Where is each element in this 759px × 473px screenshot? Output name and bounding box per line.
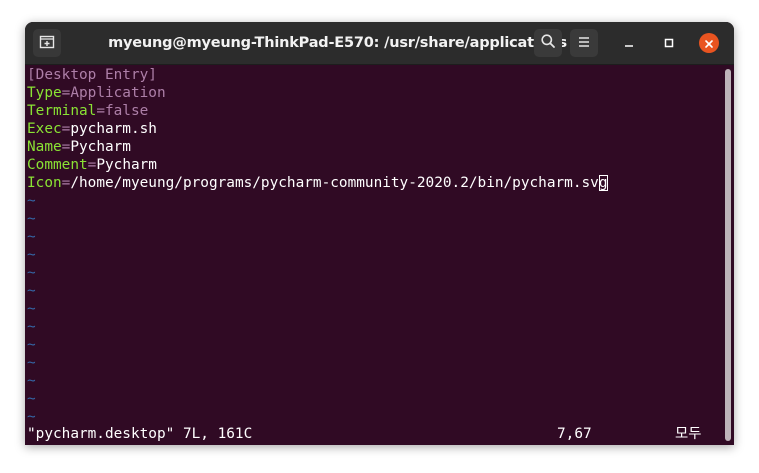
empty-line-tilde: ~: [27, 337, 36, 353]
minimize-icon: [623, 34, 635, 53]
empty-line-tilde: ~: [27, 355, 36, 371]
empty-line-tilde: ~: [27, 193, 36, 209]
config-key: Type: [27, 85, 62, 101]
config-line: Type=Application: [27, 84, 166, 102]
close-button[interactable]: [699, 33, 719, 53]
config-value: false: [104, 103, 149, 119]
config-key: Name: [27, 139, 62, 155]
minimize-button[interactable]: [619, 33, 639, 53]
empty-line-tilde: ~: [27, 247, 36, 263]
maximize-button[interactable]: [659, 33, 679, 53]
empty-line-tilde: ~: [27, 301, 36, 317]
config-value: pycharm.sh: [70, 121, 157, 137]
new-tab-button[interactable]: [33, 29, 61, 57]
config-key: Exec: [27, 121, 62, 137]
maximize-icon: [663, 34, 675, 53]
terminal-content[interactable]: [Desktop Entry] Type=Application Terminal…: [25, 65, 722, 445]
config-line: Name=Pycharm: [27, 138, 131, 156]
config-key: Comment: [27, 157, 88, 173]
config-key: Icon: [27, 175, 62, 191]
config-value: Pycharm: [96, 157, 157, 173]
terminal-window: myeung@myeung-ThinkPad-E570: /usr/share/…: [25, 22, 734, 445]
scrollbar[interactable]: [722, 65, 734, 445]
config-value: Application: [70, 85, 166, 101]
config-line: Comment=Pycharm: [27, 156, 157, 174]
config-line: Icon=/home/myeung/programs/pycharm-commu…: [27, 174, 608, 192]
empty-line-tilde: ~: [27, 211, 36, 227]
empty-line-tilde: ~: [27, 229, 36, 245]
section-header: [Desktop Entry]: [27, 67, 157, 83]
status-cursor-position: 7,67: [557, 426, 592, 442]
empty-line-tilde: ~: [27, 283, 36, 299]
search-icon: [540, 33, 556, 53]
empty-line-tilde: ~: [27, 409, 36, 425]
empty-line-tilde: ~: [27, 319, 36, 335]
config-value: /home/myeung/programs/pycharm-community-…: [70, 175, 599, 191]
search-button[interactable]: [534, 29, 562, 57]
empty-line-tilde: ~: [27, 373, 36, 389]
menu-button[interactable]: [570, 29, 598, 57]
config-value: Pycharm: [70, 139, 131, 155]
config-key: Terminal: [27, 103, 97, 119]
config-line: Terminal=false: [27, 102, 148, 120]
empty-line-tilde: ~: [27, 265, 36, 281]
status-file-info: "pycharm.desktop" 7L, 161C: [27, 426, 253, 442]
title-bar[interactable]: myeung@myeung-ThinkPad-E570: /usr/share/…: [25, 22, 734, 65]
hamburger-menu-icon: [577, 34, 591, 53]
scrollbar-thumb[interactable]: [725, 69, 731, 441]
empty-line-tilde: ~: [27, 391, 36, 407]
new-tab-icon: [39, 33, 55, 53]
equals-sign: =: [96, 103, 105, 119]
config-line: Exec=pycharm.sh: [27, 120, 157, 138]
text-cursor: g: [598, 175, 608, 191]
status-scroll-mode: 모두: [675, 426, 702, 442]
close-icon: [704, 34, 714, 53]
